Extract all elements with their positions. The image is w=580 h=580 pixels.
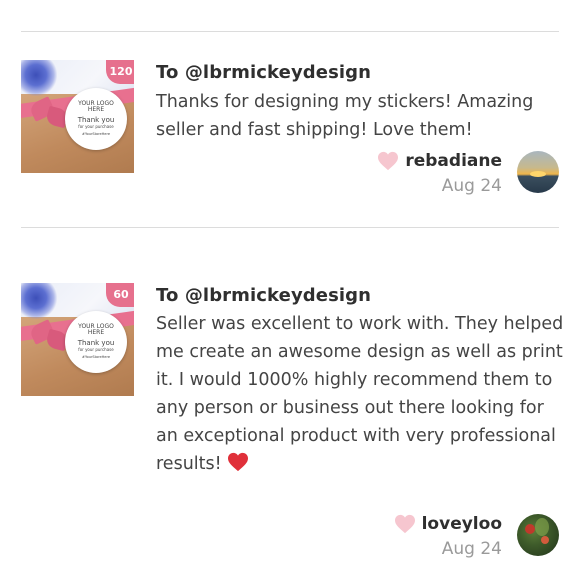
- avatar[interactable]: [517, 151, 559, 193]
- review-text: Thanks for designing my stickers! Amazin…: [156, 92, 534, 140]
- avatar[interactable]: [517, 514, 559, 556]
- count-badge: 60: [106, 283, 134, 307]
- heart-like-icon[interactable]: [394, 514, 416, 534]
- review-text-container: Seller was excellent to work with. They …: [156, 310, 566, 478]
- review-divider: [21, 227, 559, 228]
- logo-sticker: YOUR LOGO HERE Thank you for your purcha…: [65, 311, 127, 373]
- red-heart-emoji-icon: [228, 452, 249, 472]
- reviewer-username[interactable]: loveyloo: [422, 514, 502, 534]
- logo-sticker: YOUR LOGO HERE Thank you for your purcha…: [65, 88, 127, 150]
- review-meta: loveyloo Aug 24: [394, 514, 502, 559]
- product-thumbnail[interactable]: 60 YOUR LOGO HERE Thank you for your pur…: [21, 283, 134, 396]
- heart-like-icon[interactable]: [377, 151, 399, 171]
- review-text: Seller was excellent to work with. They …: [156, 314, 564, 474]
- reviewer-username[interactable]: rebadiane: [405, 151, 502, 171]
- review-recipient[interactable]: To @lbrmickeydesign: [156, 62, 371, 83]
- count-badge: 120: [106, 60, 134, 84]
- review-meta: rebadiane Aug 24: [377, 151, 502, 196]
- review-date: Aug 24: [441, 539, 502, 559]
- product-thumbnail[interactable]: 120 YOUR LOGO HERE Thank you for your pu…: [21, 60, 134, 173]
- review-date: Aug 24: [441, 176, 502, 196]
- flower-decoration: [21, 283, 57, 319]
- review-recipient[interactable]: To @lbrmickeydesign: [156, 285, 371, 306]
- top-divider: [21, 31, 559, 32]
- flower-decoration: [21, 60, 57, 96]
